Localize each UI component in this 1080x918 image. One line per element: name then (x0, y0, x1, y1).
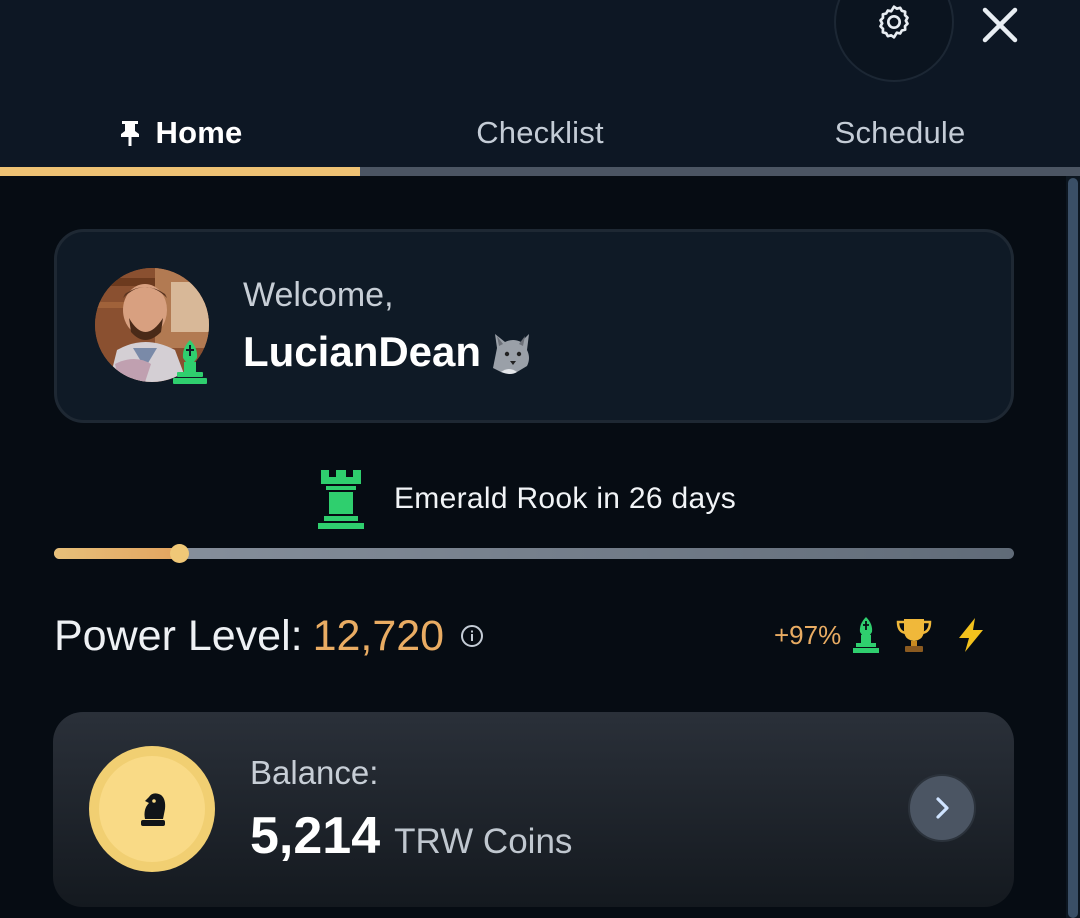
power-level-value: 12,720 (312, 611, 445, 660)
close-icon (982, 7, 1018, 43)
trophy-icon (896, 619, 932, 652)
rook-icon (318, 470, 364, 529)
pin-icon (120, 121, 139, 146)
balance-amount: 5,214 (250, 807, 381, 865)
next-rank-row: Emerald Rook in 26 days (314, 468, 736, 530)
balance-label: Balance: (250, 754, 379, 791)
chevron-right-icon (936, 797, 949, 819)
tab-schedule[interactable]: Schedule (720, 90, 1080, 176)
top-bar: Home Checklist Schedule (0, 0, 1080, 176)
wolf-icon (493, 334, 530, 374)
knight-icon (141, 793, 166, 826)
balance-row: 5,214 TRW Coins (250, 806, 572, 866)
tab-bar: Home Checklist Schedule (0, 90, 1080, 176)
power-level-row: Power Level: 12,720 (54, 608, 484, 664)
close-button[interactable] (978, 3, 1022, 47)
username-row: LucianDean (243, 328, 535, 376)
tab-checklist-label: Checklist (476, 115, 604, 150)
balance-card[interactable]: Balance: 5,214 TRW Coins (53, 712, 1014, 907)
power-change: +97% (774, 619, 842, 650)
rank-progress-knob (169, 544, 189, 563)
scrollbar[interactable] (1066, 176, 1080, 918)
balance-unit: TRW Coins (394, 822, 573, 861)
app-root: Home Checklist Schedule Welcome, LucianD… (0, 0, 1080, 918)
coin-icon (89, 746, 215, 872)
power-boosts: +97% (774, 612, 989, 658)
balance-details-button[interactable] (908, 774, 976, 842)
rank-progress-bar (54, 544, 1014, 563)
username: LucianDean (243, 328, 482, 375)
tab-checklist-indicator (360, 167, 720, 176)
tab-home-indicator (0, 167, 360, 176)
welcome-card: Welcome, LucianDean (54, 229, 1014, 423)
bishop-icon (853, 617, 880, 653)
lightning-icon (959, 618, 984, 652)
info-icon[interactable] (460, 624, 484, 648)
next-rank-text: Emerald Rook in 26 days (394, 482, 737, 515)
welcome-greeting: Welcome, (243, 276, 394, 314)
power-level-label: Power Level: (54, 611, 303, 660)
settings-button[interactable] (834, 0, 954, 82)
tab-home[interactable]: Home (0, 90, 360, 176)
bishop-badge-icon (173, 340, 207, 384)
tab-checklist[interactable]: Checklist (360, 90, 720, 176)
tab-schedule-label: Schedule (834, 115, 966, 150)
rank-progress-fill (54, 548, 179, 559)
gear-icon (879, 5, 909, 39)
tab-home-label: Home (155, 115, 243, 150)
tab-schedule-indicator (720, 167, 1080, 176)
coin-inner (99, 756, 205, 862)
scrollbar-thumb[interactable] (1068, 178, 1078, 918)
